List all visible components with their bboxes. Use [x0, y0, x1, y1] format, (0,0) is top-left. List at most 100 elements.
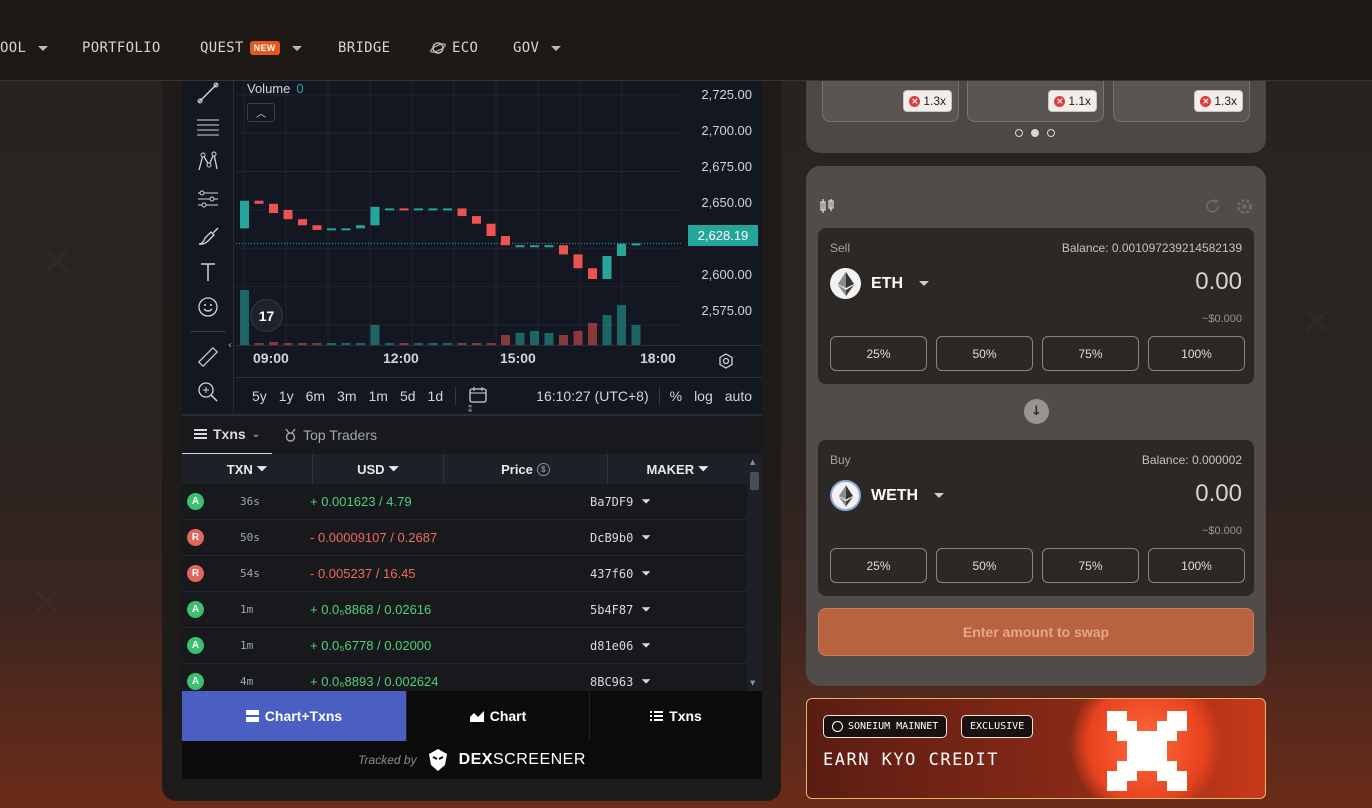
- tab-chart-txns[interactable]: Chart+Txns: [182, 691, 407, 741]
- boost-card[interactable]: ✕ 1.3x: [822, 81, 959, 122]
- chart-settings-icon[interactable]: [717, 352, 735, 374]
- dexscreener-brand: DEXSCREENER: [458, 751, 586, 768]
- settings-gear-icon[interactable]: [1236, 198, 1253, 219]
- scroll-down-icon[interactable]: ▼: [750, 679, 755, 687]
- percent-100-button[interactable]: 100%: [1148, 336, 1245, 371]
- tab-top-traders[interactable]: Top Traders: [272, 415, 389, 455]
- table-row[interactable]: R 50s - 0.00009107 / 0.2687 DcB9b0 ⏷: [182, 520, 747, 556]
- percent-75-button[interactable]: 75%: [1042, 548, 1139, 583]
- percent-25-button[interactable]: 25%: [830, 336, 927, 371]
- swap-submit-button[interactable]: Enter amount to swap: [818, 608, 1254, 656]
- tab-txns-only[interactable]: Txns: [590, 691, 762, 741]
- auto-scale-toggle[interactable]: auto: [725, 388, 752, 404]
- carousel-dot[interactable]: [1015, 129, 1023, 137]
- volume-bar: [370, 325, 380, 345]
- price-tick: 2,600.00: [701, 267, 752, 282]
- txn-maker[interactable]: d81e06 ⏷: [590, 638, 651, 653]
- txn-maker[interactable]: Ba7DF9 ⏷: [590, 494, 651, 509]
- table-row[interactable]: A 36s + 0.001623 / 4.79 Ba7DF9 ⏷: [182, 484, 747, 520]
- nav-item-bridge[interactable]: BRIDGE: [338, 40, 390, 56]
- percent-50-button[interactable]: 50%: [936, 336, 1033, 371]
- column-price[interactable]: Price $: [444, 454, 608, 484]
- tab-chart[interactable]: Chart: [407, 691, 590, 741]
- nav-item-eco[interactable]: ECO: [430, 40, 478, 56]
- column-txn[interactable]: TXN ⏷: [182, 454, 313, 484]
- remove-badge: R: [187, 565, 204, 582]
- filter-icon[interactable]: ⏷: [641, 674, 651, 689]
- timeframe-3m[interactable]: 3m: [337, 388, 356, 404]
- percent-75-button[interactable]: 75%: [1042, 336, 1139, 371]
- nav-item-pool[interactable]: OOL: [0, 40, 49, 56]
- table-row[interactable]: R 54s - 0.005237 / 16.45 437f60 ⏷: [182, 556, 747, 592]
- filter-icon[interactable]: ⏷: [389, 461, 399, 477]
- txn-maker[interactable]: 8BC963 ⏷: [590, 674, 651, 689]
- refresh-icon[interactable]: [1204, 198, 1221, 219]
- boost-card[interactable]: ✕ 1.1x: [967, 81, 1104, 122]
- column-maker[interactable]: MAKER ⏷: [608, 454, 747, 484]
- tab-txns[interactable]: Txns ⌄: [182, 415, 273, 455]
- tradingview-logo: 17: [250, 299, 283, 332]
- txn-value: - 0.005237 / 16.45: [310, 566, 416, 581]
- filter-icon[interactable]: ⏷: [641, 638, 651, 653]
- timeframe-1y[interactable]: 1y: [279, 388, 294, 404]
- zoom-in-icon[interactable]: [194, 378, 222, 406]
- filter-icon[interactable]: ⏷: [257, 461, 267, 477]
- nav-item-quest[interactable]: QUEST NEW: [200, 40, 302, 56]
- text-tool-icon[interactable]: [194, 258, 222, 286]
- timeframe-5d[interactable]: 5d: [400, 388, 416, 404]
- tracked-by-footer[interactable]: Tracked by DEXSCREENER: [182, 741, 762, 779]
- collapse-indicators-button[interactable]: ︿: [247, 103, 275, 122]
- brush-tool-icon[interactable]: [194, 222, 222, 250]
- scroll-thumb[interactable]: [750, 472, 759, 490]
- buy-token-selector[interactable]: WETH: [830, 480, 945, 511]
- timeframe-5y[interactable]: 5y: [252, 388, 267, 404]
- percent-100-button[interactable]: 100%: [1148, 548, 1245, 583]
- trendline-tool-icon[interactable]: [194, 79, 222, 107]
- fib-tool-icon[interactable]: [194, 112, 222, 140]
- carousel-dot[interactable]: [1047, 129, 1055, 137]
- filter-icon[interactable]: ⏷: [641, 602, 651, 617]
- emoji-tool-icon[interactable]: [194, 293, 222, 321]
- txn-maker[interactable]: 437f60 ⏷: [590, 566, 651, 581]
- percent-scale-toggle[interactable]: %: [670, 388, 682, 404]
- filter-icon[interactable]: ⏷: [641, 494, 651, 509]
- filter-icon[interactable]: ⏷: [641, 566, 651, 581]
- nav-item-gov[interactable]: GOV: [513, 40, 562, 56]
- scroll-up-icon[interactable]: ▲: [750, 458, 755, 466]
- column-usd[interactable]: USD ⏷: [313, 454, 444, 484]
- carousel-dot-active[interactable]: [1031, 129, 1039, 137]
- percent-50-button[interactable]: 50%: [936, 548, 1033, 583]
- volume-bar: [588, 323, 597, 345]
- buy-percent-buttons: 25% 50% 75% 100%: [830, 548, 1245, 583]
- swap-direction-button[interactable]: ↓: [1024, 399, 1049, 424]
- candle: [515, 245, 525, 248]
- buy-amount-input[interactable]: 0.00: [1195, 480, 1242, 508]
- sell-token-selector[interactable]: ETH: [830, 268, 929, 299]
- txn-maker[interactable]: 5b4F87 ⏷: [590, 602, 651, 617]
- sell-amount-input[interactable]: 0.00: [1195, 268, 1242, 296]
- candle: [588, 268, 597, 279]
- txn-maker[interactable]: DcB9b0 ⏷: [590, 530, 651, 545]
- percent-25-button[interactable]: 25%: [830, 548, 927, 583]
- timeframe-1d[interactable]: 1d: [428, 388, 444, 404]
- table-row[interactable]: A 4m + 0.0₆8893 / 0.002624 8BC963 ⏷: [182, 664, 747, 691]
- timeframe-6m[interactable]: 6m: [306, 388, 325, 404]
- log-scale-toggle[interactable]: log: [694, 388, 713, 404]
- boost-card[interactable]: ✕ 1.3x: [1113, 81, 1250, 122]
- promo-banner[interactable]: SONEIUM MAINNET EXCLUSIVE EARN KYO CREDI…: [806, 698, 1266, 799]
- txn-scrollbar[interactable]: ▲ ▼: [747, 454, 762, 691]
- table-row[interactable]: A 1m + 0.0₅6778 / 0.02000 d81e06 ⏷: [182, 628, 747, 664]
- table-row[interactable]: A 1m + 0.0₅8868 / 0.02616 5b4F87 ⏷: [182, 592, 747, 628]
- filter-icon[interactable]: ⏷: [641, 530, 651, 545]
- nav-item-portfolio[interactable]: PORTFOLIO: [82, 40, 161, 56]
- ruler-tool-icon[interactable]: [194, 343, 222, 371]
- prediction-tool-icon[interactable]: [194, 185, 222, 213]
- filter-icon[interactable]: ⏷: [698, 461, 708, 477]
- candle: [327, 228, 336, 231]
- timeframe-1m[interactable]: 1m: [369, 388, 388, 404]
- chart-toggle-icon[interactable]: [820, 198, 834, 218]
- price-chart[interactable]: [236, 81, 682, 345]
- currency-toggle-icon[interactable]: $: [536, 462, 550, 476]
- pattern-tool-icon[interactable]: [194, 148, 222, 176]
- collapse-toolbar-icon[interactable]: ‹: [228, 340, 236, 356]
